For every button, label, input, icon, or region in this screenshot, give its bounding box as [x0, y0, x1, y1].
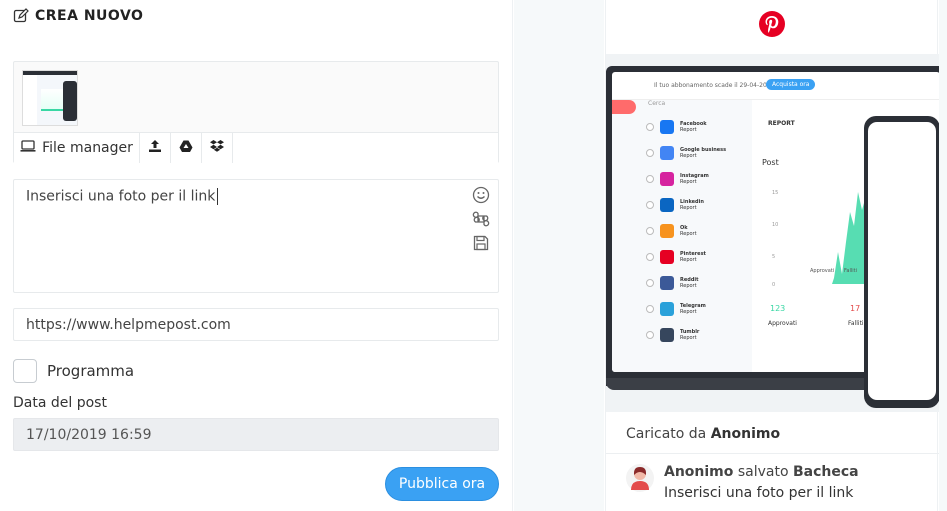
dashboard-topbar: Il tuo abbonamento scade il 29-04-2024 A…	[612, 72, 939, 100]
account-radio	[646, 227, 654, 235]
account-label: Reddit Report	[680, 277, 699, 289]
post-label: Post	[762, 158, 779, 167]
account-radio	[646, 175, 654, 183]
schedule-label: Programma	[47, 362, 135, 380]
activity-description: Inserisci una foto per il link	[664, 485, 854, 501]
account-radio	[646, 305, 654, 313]
laptop-icon	[20, 139, 36, 157]
y-tick-5: 5	[772, 254, 775, 260]
publish-now-button[interactable]: Pubblica ora	[385, 467, 499, 501]
avatar[interactable]	[626, 464, 654, 492]
account-radio	[646, 201, 654, 209]
file-manager-label: File manager	[42, 140, 133, 156]
panel-title: CREA NUOVO	[35, 8, 144, 24]
media-toolbar: File manager	[14, 132, 498, 163]
dropbox-icon	[210, 139, 224, 157]
account-label: Ok Report	[680, 225, 697, 237]
upload-button[interactable]	[140, 133, 171, 163]
subscription-text: Il tuo abbonamento scade il 29-04-2024	[654, 82, 775, 89]
background-gap	[514, 0, 604, 511]
edit-icon	[13, 8, 29, 24]
smiley-icon[interactable]	[472, 186, 490, 204]
pinterest-logo-icon	[759, 11, 785, 37]
account-label: Facebook Report	[680, 121, 707, 133]
account-icon	[660, 302, 674, 316]
media-thumbnail[interactable]	[22, 70, 78, 126]
post-date-field: 17/10/2019 16:59	[13, 418, 499, 451]
pinterest-preview-card: Il tuo abbonamento scade il 29-04-2024 A…	[605, 0, 939, 511]
media-box: File manager	[13, 61, 499, 163]
y-tick-10: 10	[772, 222, 778, 228]
y-tick-0: 0	[772, 282, 775, 288]
account-label: Instagram Report	[680, 173, 709, 185]
menu-pill	[612, 100, 636, 114]
background-edge	[939, 0, 947, 511]
approved-caption: Approvati	[768, 320, 797, 327]
search-placeholder: Cerca	[648, 100, 666, 107]
account-icon	[660, 120, 674, 134]
account-row: Telegram Report	[646, 298, 766, 320]
schedule-option[interactable]: Programma	[13, 359, 134, 383]
account-row: Google business Report	[646, 142, 766, 164]
account-icon	[660, 328, 674, 342]
dropbox-button[interactable]	[202, 133, 233, 163]
preview-image[interactable]: Il tuo abbonamento scade il 29-04-2024 A…	[606, 54, 939, 412]
failed-count: 17	[850, 304, 861, 313]
create-post-panel: CREA NUOVO File manager Inserisci una fo…	[0, 0, 513, 511]
post-text-editor[interactable]: Inserisci una foto per il link	[13, 179, 499, 293]
file-manager-button[interactable]: File manager	[14, 133, 140, 163]
editor-tools	[472, 186, 490, 252]
account-row: Ok Report	[646, 220, 766, 242]
card-divider	[606, 453, 939, 454]
legend-failed: Falliti	[844, 268, 857, 274]
link-input[interactable]	[13, 308, 499, 341]
account-radio	[646, 253, 654, 261]
account-icon	[660, 250, 674, 264]
account-icon	[660, 224, 674, 238]
account-radio	[646, 149, 654, 157]
failed-caption: Falliti	[848, 320, 864, 327]
account-row: Tumblr Report	[646, 324, 766, 346]
account-radio	[646, 279, 654, 287]
report-label: REPORT	[768, 120, 795, 127]
account-row: Facebook Report	[646, 116, 766, 138]
legend-approved: Approvati	[810, 268, 835, 274]
panel-header: CREA NUOVO	[13, 8, 143, 24]
save-icon[interactable]	[472, 234, 490, 252]
account-row: Reddit Report	[646, 272, 766, 294]
account-label: Tumblr Report	[680, 329, 700, 341]
schedule-checkbox[interactable]	[13, 359, 37, 383]
post-text-content: Inserisci una foto per il link	[26, 188, 219, 205]
google-drive-icon	[179, 140, 193, 157]
account-label: Google business Report	[680, 147, 727, 159]
buy-now-badge: Acquista ora	[766, 79, 816, 90]
upload-icon	[148, 139, 162, 157]
account-icon	[660, 276, 674, 290]
phone-mockup	[864, 116, 939, 408]
text-caret	[217, 188, 219, 205]
activity-item: Anonimo salvato Bacheca Inserisci una fo…	[626, 464, 859, 501]
account-icon	[660, 172, 674, 186]
account-row: Instagram Report	[646, 168, 766, 190]
account-label: Linkedin Report	[680, 199, 704, 211]
approved-count: 123	[770, 304, 786, 313]
post-date-label: Data del post	[13, 395, 107, 411]
account-label: Pinterest Report	[680, 251, 706, 263]
account-label: Telegram Report	[680, 303, 706, 315]
activity-text: Anonimo salvato Bacheca Inserisci una fo…	[664, 464, 859, 501]
y-tick-15: 15	[772, 190, 778, 196]
uploaded-by: Caricato da Anonimo	[626, 426, 781, 442]
account-icon	[660, 198, 674, 212]
account-row: Pinterest Report	[646, 246, 766, 268]
account-row: Linkedin Report	[646, 194, 766, 216]
activity-summary: Anonimo salvato Bacheca	[664, 464, 859, 480]
account-radio	[646, 123, 654, 131]
account-radio	[646, 331, 654, 339]
command-icon[interactable]	[472, 210, 490, 228]
account-icon	[660, 146, 674, 160]
google-drive-button[interactable]	[171, 133, 202, 163]
